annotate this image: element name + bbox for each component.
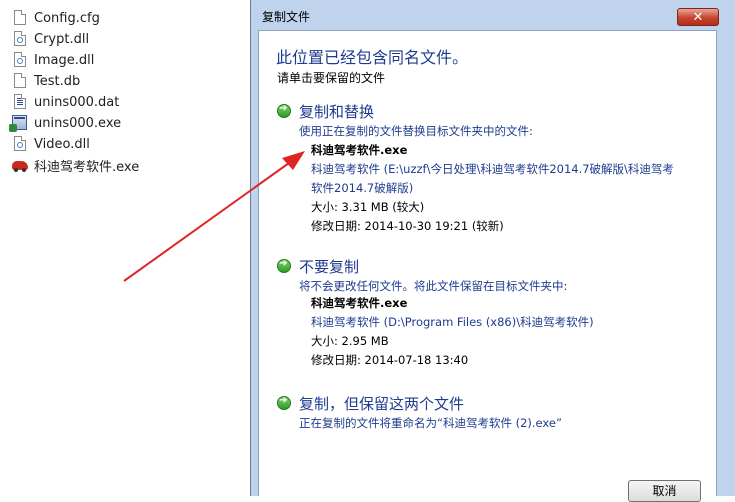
annotation-arrow-head: [282, 151, 305, 170]
annotation-arrow: [123, 151, 305, 282]
annotation-arrow-line: [123, 157, 297, 282]
